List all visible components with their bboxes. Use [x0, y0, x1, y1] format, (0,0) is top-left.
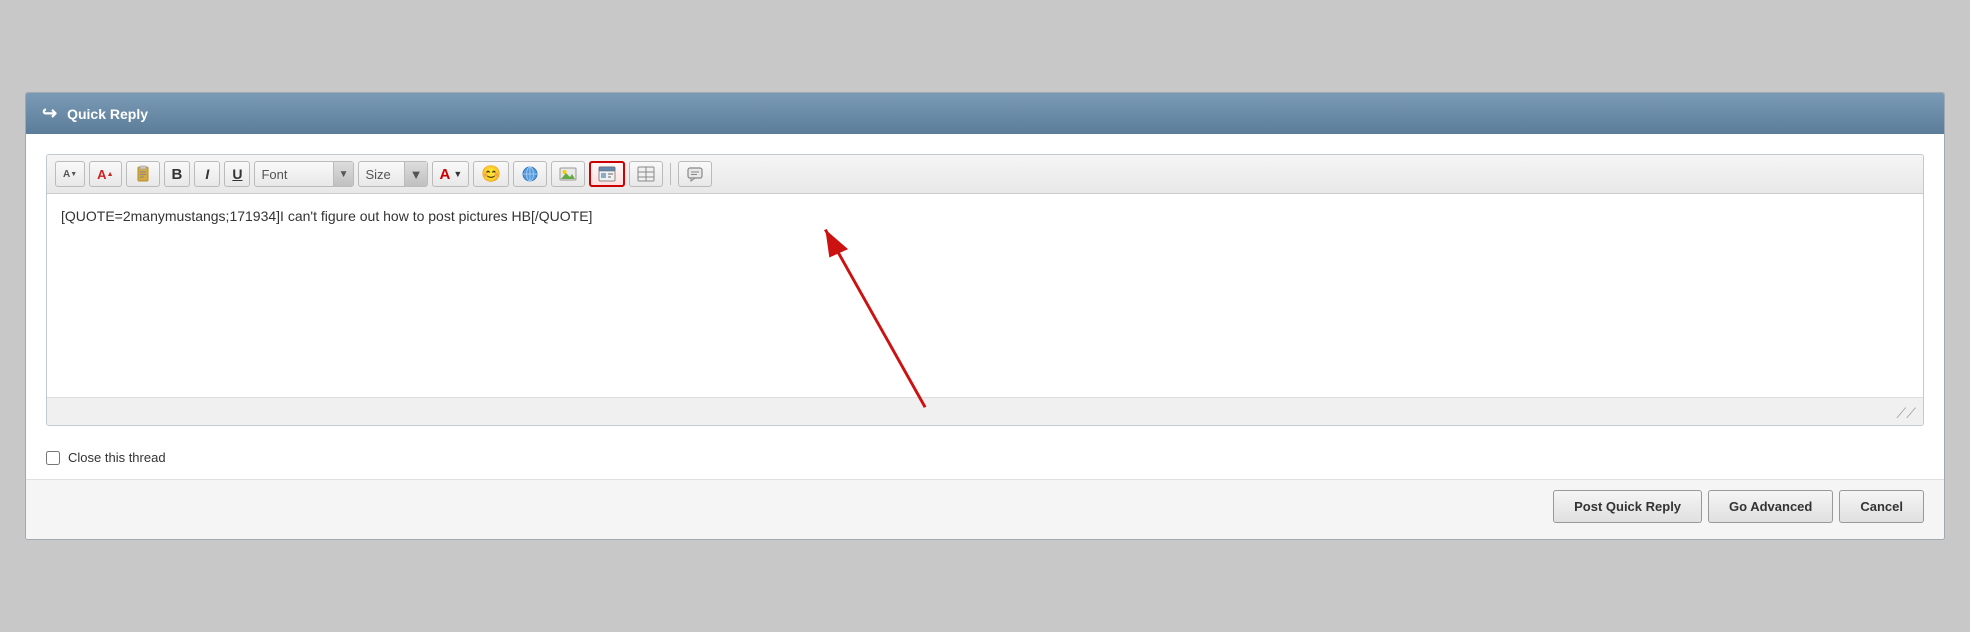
globe-icon [521, 165, 539, 183]
toolbar: A▼ A▲ B [47, 155, 1923, 194]
list-btn[interactable] [629, 161, 663, 187]
editor-box: A▼ A▲ B [46, 154, 1924, 426]
bold-btn[interactable]: B [164, 161, 191, 187]
close-thread-row: Close this thread [26, 436, 1944, 479]
title-bar-label: Quick Reply [67, 106, 148, 122]
underline-btn[interactable]: U [224, 161, 250, 187]
size-select[interactable]: Size ▼ [358, 161, 428, 187]
color-label: A [439, 166, 450, 183]
size-placeholder: Size [365, 167, 390, 182]
image-btn[interactable] [551, 161, 585, 187]
action-bar: Post Quick Reply Go Advanced Cancel [26, 479, 1944, 539]
italic-label: I [205, 166, 209, 182]
smiley-icon: 😊 [481, 164, 501, 184]
resize-bar: ⟋⟋ [47, 397, 1923, 425]
increase-font-btn[interactable]: A▲ [89, 161, 121, 187]
cancel-btn[interactable]: Cancel [1839, 490, 1924, 523]
close-thread-label[interactable]: Close this thread [68, 450, 166, 465]
insert-image-icon [598, 165, 616, 183]
font-select[interactable]: Font ▼ [254, 161, 354, 187]
decrease-font-btn[interactable]: A▼ [55, 161, 85, 187]
image-icon [559, 165, 577, 183]
go-advanced-btn[interactable]: Go Advanced [1708, 490, 1833, 523]
title-bar: ↩ Quick Reply [26, 93, 1944, 134]
close-thread-checkbox[interactable] [46, 451, 60, 465]
quote-btn[interactable] [678, 161, 712, 187]
color-btn[interactable]: A ▼ [432, 161, 469, 187]
editor-area: A▼ A▲ B [26, 134, 1944, 436]
resize-handle[interactable]: ⟋⟋ [1896, 405, 1916, 422]
underline-label: U [232, 166, 242, 182]
reply-textarea[interactable]: [QUOTE=2manymustangs;171934]I can't figu… [47, 194, 1923, 394]
color-arrow: ▼ [453, 169, 462, 179]
toolbar-separator [670, 163, 671, 185]
font-placeholder: Font [261, 167, 287, 182]
back-icon: ↩ [42, 103, 57, 124]
insert-image-btn[interactable] [589, 161, 625, 187]
list-icon [637, 165, 655, 183]
quick-reply-container: ↩ Quick Reply A▼ A▲ [25, 92, 1945, 540]
link-btn[interactable] [513, 161, 547, 187]
post-quick-reply-btn[interactable]: Post Quick Reply [1553, 490, 1702, 523]
size-dropdown-arrow[interactable]: ▼ [404, 162, 428, 186]
smiley-btn[interactable]: 😊 [473, 161, 509, 187]
quote-icon [686, 165, 704, 183]
text-area-container: [QUOTE=2manymustangs;171934]I can't figu… [47, 194, 1923, 425]
format-paste-btn[interactable] [126, 161, 160, 187]
italic-btn[interactable]: I [194, 161, 220, 187]
bold-label: B [172, 166, 183, 183]
font-dropdown-arrow[interactable]: ▼ [333, 162, 354, 186]
